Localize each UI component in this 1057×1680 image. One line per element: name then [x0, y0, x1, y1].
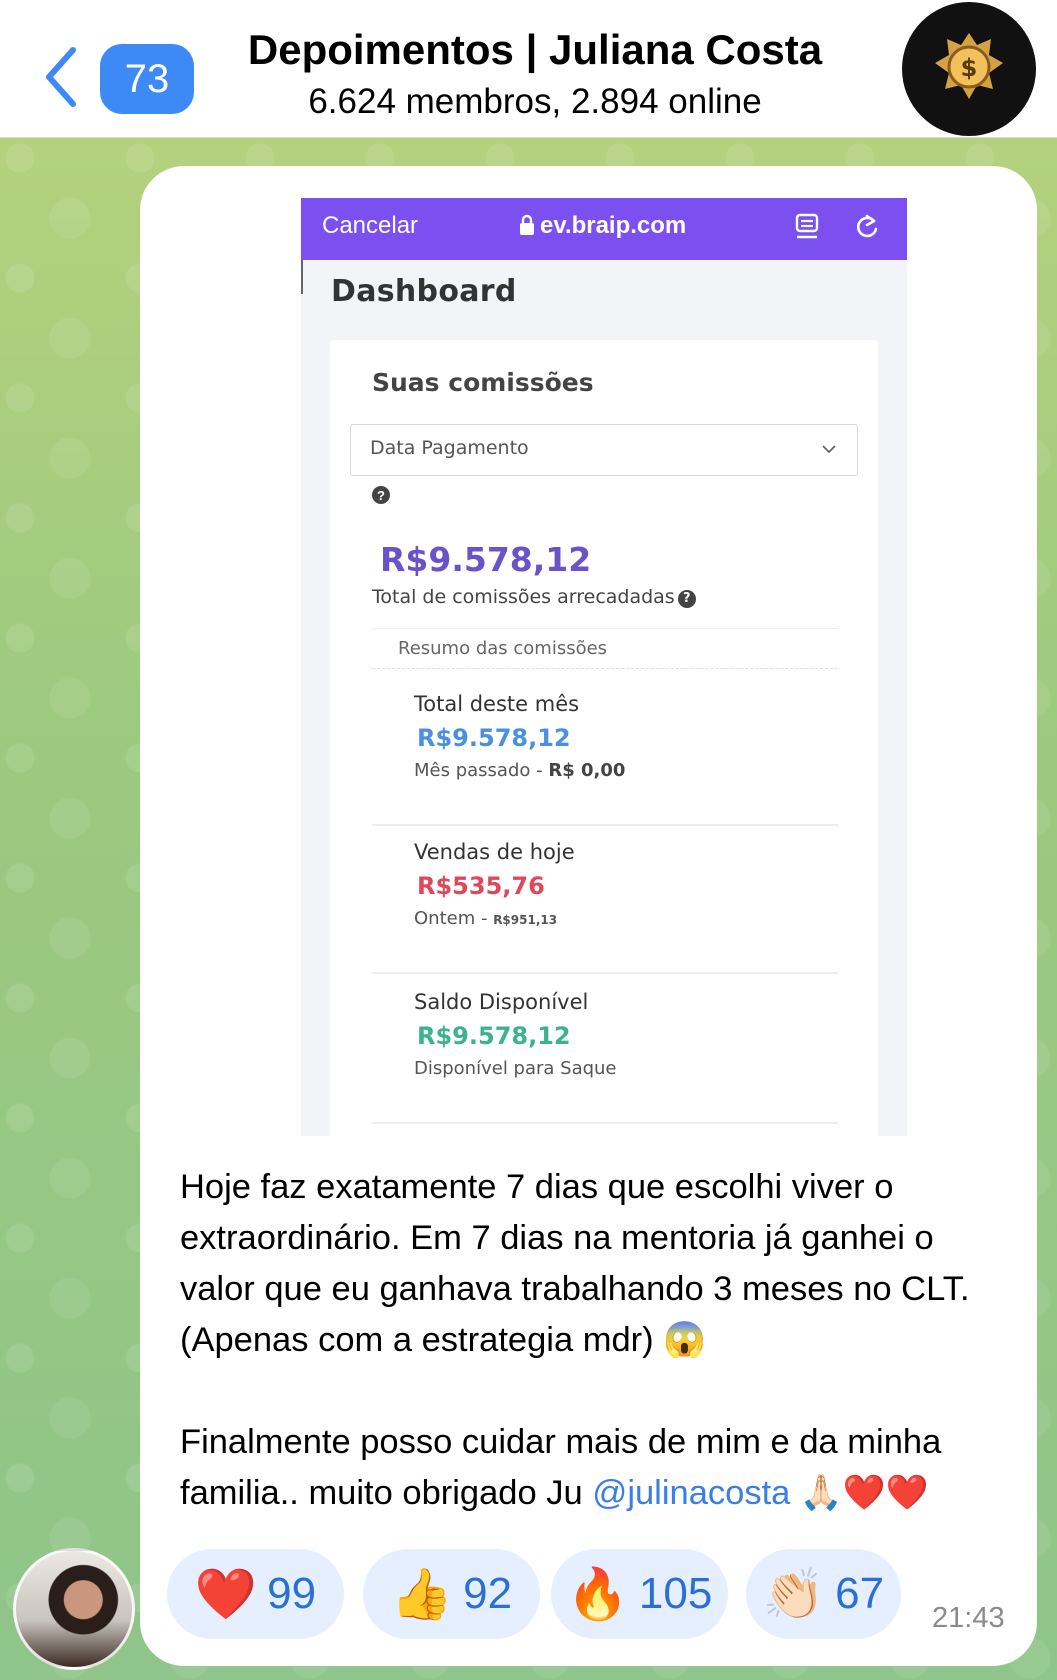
unread-count-badge[interactable]: 73 [100, 44, 194, 114]
reader-mode-icon [795, 213, 819, 239]
message-paragraph: Finalmente posso cuidar mais de mim e da… [180, 1417, 1000, 1519]
message-text-span: 🙏🏻❤️❤️ [790, 1474, 929, 1512]
chevron-left-icon [46, 47, 76, 107]
reaction-count: 99 [267, 1569, 317, 1618]
reaction-count: 67 [835, 1569, 885, 1618]
fire-icon: 🔥 [566, 1566, 629, 1622]
stat-sub-label: Mês passado - [414, 760, 549, 781]
stat-month-total: Total deste mês R$9.578,12 Mês passado -… [414, 692, 625, 781]
reaction-count: 92 [463, 1569, 513, 1618]
stat-label: Total deste mês [414, 692, 580, 716]
attached-screenshot[interactable]: Cancelar ev.braip.com Dashboard Suas com… [301, 198, 907, 1136]
divider [372, 628, 838, 629]
stat-label: Saldo Disponível [414, 990, 589, 1014]
date-filter-select: Data Pagamento [350, 424, 858, 476]
total-commission-amount: R$9.578,12 [380, 540, 592, 579]
divider [372, 824, 838, 826]
reaction-clap[interactable]: 👏🏻 67 [746, 1549, 901, 1639]
stat-value: R$9.578,12 [417, 1022, 571, 1050]
chat-header: 73 Depoimentos | Juliana Costa 6.624 mem… [0, 0, 1057, 138]
reaction-heart[interactable]: ❤️ 99 [167, 1549, 344, 1639]
dashboard-title: Dashboard [331, 274, 517, 309]
select-value: Data Pagamento [370, 437, 529, 459]
chevron-down-icon [822, 445, 836, 454]
stat-available-balance: Saldo Disponível R$9.578,12 Disponível p… [414, 990, 617, 1079]
stat-sub-label: Disponível para Saque [414, 1058, 617, 1079]
reload-icon [856, 214, 878, 238]
thumbs-up-icon: 👍 [390, 1566, 454, 1622]
cancel-link: Cancelar [322, 212, 419, 239]
commissions-card: Suas comissões Data Pagamento ? R$9.578,… [330, 340, 878, 1136]
back-button[interactable] [36, 42, 86, 112]
help-icon: ? [372, 486, 390, 504]
divider [372, 1122, 838, 1124]
browser-toolbar: Cancelar ev.braip.com [301, 198, 907, 260]
clapping-hands-icon: 👏🏻 [762, 1566, 826, 1622]
divider [372, 972, 838, 974]
user-mention-link[interactable]: @julinacosta [592, 1474, 790, 1512]
stat-sub-value: R$951,13 [493, 913, 558, 927]
chat-member-count: 6.624 membros, 2.894 online [308, 82, 762, 121]
chat-title[interactable]: Depoimentos | Juliana Costa [200, 26, 870, 74]
help-icon: ? [677, 589, 696, 608]
group-avatar[interactable]: $ [902, 2, 1036, 136]
message-text: Hoje faz exatamente 7 dias que escolhi v… [180, 1162, 1000, 1519]
reaction-fire[interactable]: 🔥 105 [551, 1549, 728, 1639]
sender-avatar[interactable] [13, 1548, 135, 1670]
message-paragraph: Hoje faz exatamente 7 dias que escolhi v… [180, 1168, 970, 1359]
heart-icon: ❤️ [194, 1566, 258, 1622]
stat-value: R$535,76 [417, 872, 545, 900]
url-text: ev.braip.com [540, 212, 687, 239]
summary-title: Resumo das comissões [398, 638, 608, 659]
total-commission-label: Total de comissões arrecadadas [372, 586, 675, 608]
stat-sub-label: Ontem - [414, 908, 494, 929]
card-title: Suas comissões [372, 368, 594, 397]
reaction-count: 105 [638, 1569, 713, 1618]
svg-text:$: $ [961, 54, 978, 82]
stat-sub-value: R$ 0,00 [548, 760, 626, 781]
coin-crown-icon: $ [935, 33, 1003, 99]
stat-value: R$9.578,12 [417, 724, 571, 752]
reaction-thumbs-up[interactable]: 👍 92 [363, 1549, 540, 1639]
divider [372, 668, 838, 669]
stat-label: Vendas de hoje [414, 840, 575, 864]
message-timestamp: 21:43 [932, 1602, 1005, 1634]
stat-today-sales: Vendas de hoje R$535,76 Ontem - R$951,13 [414, 840, 575, 929]
edge-mark [301, 260, 303, 294]
